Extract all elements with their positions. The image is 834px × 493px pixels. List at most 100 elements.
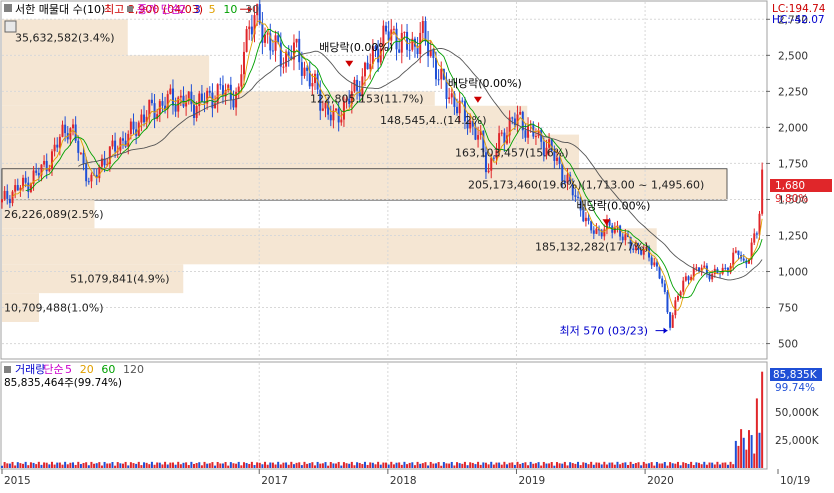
- candle-body: [121, 138, 124, 141]
- volume-bar: [37, 461, 40, 468]
- volume-bar: [111, 462, 114, 468]
- volume-bar: [335, 463, 338, 468]
- volume-bar: [406, 464, 409, 468]
- volume-bar: [227, 465, 230, 468]
- candle-body: [306, 67, 309, 71]
- volume-bar: [161, 464, 164, 468]
- volume-bar: [432, 463, 435, 468]
- candle-body: [72, 124, 75, 129]
- volume-bar: [235, 463, 238, 468]
- candle-body: [190, 91, 193, 105]
- volume-bar: [732, 464, 735, 468]
- volume-bar: [337, 461, 340, 468]
- candle-body: [437, 79, 440, 81]
- price-legend-item: 3: [194, 3, 201, 16]
- candle-body: [487, 170, 490, 173]
- legend-toggle-icon[interactable]: [127, 6, 133, 12]
- time-tick-label: 2018: [390, 475, 417, 487]
- volume-bar: [48, 464, 51, 468]
- volume-bar: [726, 464, 729, 468]
- volume-bar: [56, 462, 59, 468]
- volume-bar: [729, 461, 732, 468]
- candle-body: [193, 104, 196, 118]
- volume-bar: [69, 462, 72, 468]
- volume-bar: [487, 464, 490, 468]
- volume-bar: [747, 430, 750, 468]
- volume-bar: [282, 462, 285, 468]
- volume-bar: [79, 464, 82, 468]
- volume-bar: [532, 463, 535, 468]
- volume-bar: [705, 464, 708, 468]
- volume-bar: [587, 464, 590, 468]
- volume-bar: [53, 464, 56, 468]
- volume-bar: [187, 465, 190, 468]
- volume-bar: [700, 464, 703, 468]
- volume-legend-item: 60: [101, 363, 115, 376]
- volume-bar: [198, 462, 201, 468]
- volume-bar: [584, 462, 587, 468]
- volume-bar: [85, 462, 88, 468]
- candle-body: [363, 62, 366, 77]
- volume-bar: [645, 463, 648, 468]
- candle-body: [385, 25, 388, 32]
- volume-bar: [72, 462, 75, 468]
- volume-toggle-icon[interactable]: [4, 366, 11, 373]
- volume-bar: [145, 462, 148, 468]
- volume-bar: [27, 465, 30, 468]
- volume-bar: [348, 463, 351, 468]
- volume-bar: [605, 464, 608, 468]
- price-tick-label: 500: [778, 339, 798, 351]
- candle-body: [1, 199, 3, 203]
- volume-bar: [450, 461, 453, 468]
- volume-bar: [177, 461, 180, 468]
- grid-settings-icon[interactable]: [4, 20, 17, 33]
- volume-bar: [64, 461, 67, 468]
- volume-bar: [658, 463, 661, 468]
- volume-bar: [466, 465, 469, 468]
- volume-bar: [342, 462, 345, 468]
- volume-bar: [356, 462, 359, 468]
- volume-bar: [77, 461, 80, 468]
- volume-bar: [382, 462, 385, 468]
- volume-bar: [216, 461, 219, 468]
- candle-body: [587, 217, 590, 221]
- candle-body: [271, 50, 274, 52]
- volume-bar: [550, 462, 553, 468]
- volume-bar: [629, 461, 632, 468]
- profile-bar: [2, 55, 210, 92]
- candle-body: [421, 20, 424, 33]
- candle-body: [8, 198, 11, 204]
- volume-bar: [292, 464, 295, 468]
- volume-bar: [137, 461, 140, 468]
- candle-body: [171, 88, 174, 106]
- volume-bar: [164, 461, 167, 468]
- price-badge-text: 1,680: [775, 180, 805, 192]
- candle-body: [48, 168, 51, 172]
- volume-bar: [340, 465, 343, 468]
- candle-body: [332, 110, 335, 121]
- volume-bar: [269, 462, 272, 468]
- volume-bar: [395, 462, 398, 468]
- volume-bar: [358, 462, 361, 468]
- candle-body: [369, 64, 372, 70]
- annotation-label: 배당락(0.00%): [319, 41, 393, 54]
- candle-body: [584, 217, 587, 222]
- volume-bar: [737, 445, 740, 468]
- candle-body: [111, 140, 114, 147]
- candle-body: [695, 267, 698, 269]
- candle-body: [45, 160, 48, 172]
- candle-body: [129, 121, 132, 134]
- volume-bar: [219, 463, 222, 468]
- volume-bar: [434, 463, 437, 468]
- volume-tick-label: 25,000K: [775, 435, 820, 447]
- volume-bar: [221, 463, 224, 468]
- volume-bar: [619, 464, 622, 468]
- candle-body: [242, 51, 245, 75]
- volume-bar: [345, 463, 348, 468]
- volume-bar: [648, 463, 651, 468]
- volume-bar: [484, 462, 487, 468]
- volume-bar: [242, 462, 245, 468]
- candle-body: [613, 227, 616, 233]
- volume-bar: [200, 465, 203, 468]
- panel-toggle-icon[interactable]: [4, 4, 12, 12]
